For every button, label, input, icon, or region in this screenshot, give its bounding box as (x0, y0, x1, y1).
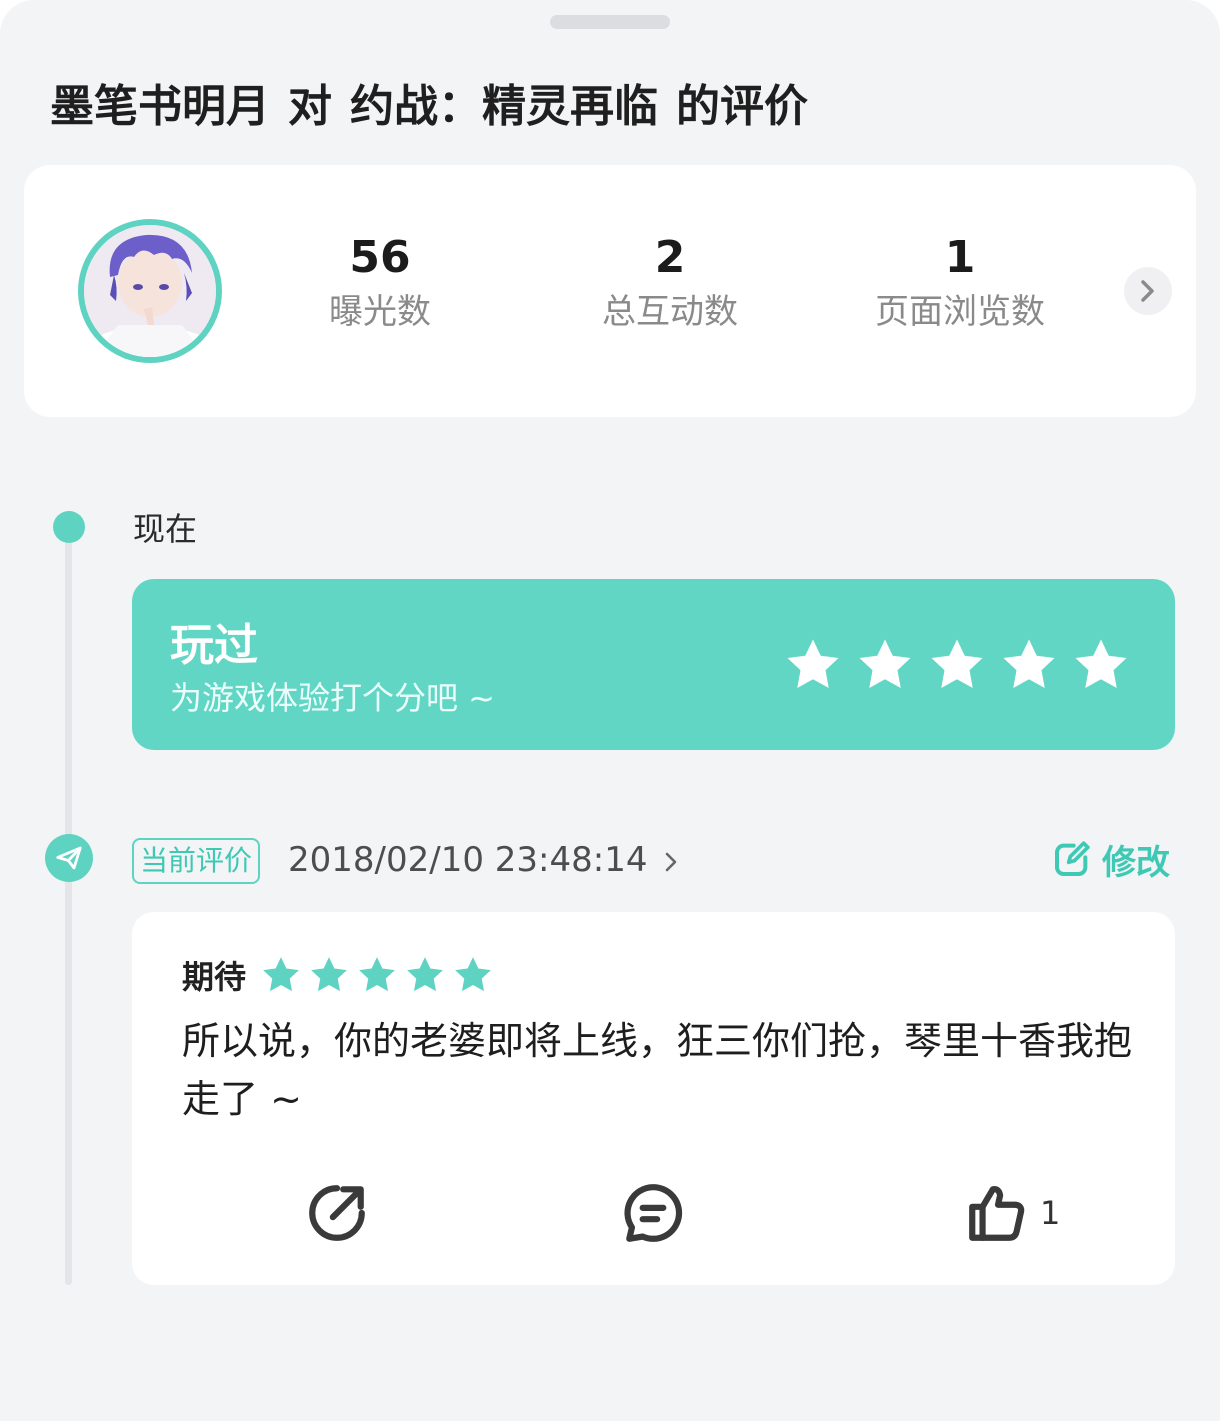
drag-handle[interactable] (550, 15, 670, 29)
played-title: 玩过 (170, 620, 258, 671)
stat-interactions[interactable]: 2 总互动数 (570, 231, 770, 337)
star-icon (311, 957, 347, 992)
edit-review-button[interactable]: 修改 (1052, 836, 1170, 883)
star-icon[interactable] (998, 635, 1060, 695)
review-rating: 期待 (182, 952, 494, 998)
rating-label: 期待 (182, 958, 247, 996)
review-text: 所以说，你的老婆即将上线，狂三你们抢，琴里十香我抱走了 ~ (182, 1019, 1133, 1121)
chevron-right-icon (1141, 280, 1154, 302)
star-icon (359, 957, 395, 992)
star-icon (455, 957, 491, 992)
review-stars (260, 954, 494, 996)
stat-label: 页面浏览数 (875, 292, 1045, 332)
timeline-line (65, 540, 72, 1285)
comment-button[interactable] (620, 1180, 686, 1246)
review-card: 期待 所以说，你的老婆即将上线，狂三你们抢，琴里十香我抱走了 ~ 1 (132, 912, 1175, 1285)
rating-stars-input (782, 635, 1132, 695)
star-icon (407, 957, 443, 992)
star-icon (263, 957, 299, 992)
avatar-illustration (84, 225, 216, 357)
title-user: 墨笔书明月 (50, 81, 270, 132)
avatar[interactable] (78, 219, 222, 363)
like-count: 1 (1040, 1194, 1061, 1232)
star-icon[interactable] (1070, 635, 1132, 695)
review-date: 2018/02/10 23:48:14 (288, 840, 648, 880)
played-subtitle: 为游戏体验打个分吧 ~ (170, 679, 495, 717)
paper-plane-icon (56, 846, 82, 870)
played-card: 玩过 为游戏体验打个分吧 ~ (132, 579, 1175, 750)
stats-card: 56 曝光数 2 总互动数 1 页面浏览数 (24, 165, 1196, 417)
edit-label: 修改 (1102, 842, 1170, 883)
comment-icon (624, 1184, 683, 1242)
chevron-right-icon (665, 852, 677, 871)
page-title: 墨笔书明月对约战：精灵再临 的评价 (50, 70, 826, 132)
thumbs-up-icon (969, 1186, 1025, 1241)
timeline-plane-marker (45, 834, 93, 882)
stat-label: 曝光数 (329, 292, 431, 332)
stat-label: 总互动数 (602, 292, 738, 332)
stat-value: 1 (944, 232, 976, 283)
current-review-badge: 当前评价 (132, 838, 261, 884)
bottom-sheet: 墨笔书明月对约战：精灵再临 的评价 56 曝光数 2 总互动数 1 页面浏览数 … (0, 0, 1220, 1421)
star-icon[interactable] (782, 635, 844, 695)
stat-exposure[interactable]: 56 曝光数 (280, 231, 480, 337)
stat-value: 2 (654, 232, 686, 283)
like-button[interactable]: 1 (964, 1180, 1060, 1246)
stats-more-button[interactable] (1124, 267, 1172, 315)
stat-value: 56 (349, 232, 411, 283)
timeline-dot (53, 511, 85, 543)
title-game: 约战：精灵再临 (350, 81, 658, 132)
share-button[interactable] (304, 1180, 370, 1246)
edit-icon (1055, 841, 1090, 876)
review-date-link[interactable]: 2018/02/10 23:48:14 (288, 838, 678, 882)
title-suffix: 的评价 (676, 81, 808, 132)
stat-page-views[interactable]: 1 页面浏览数 (860, 231, 1060, 337)
title-connector: 对 (288, 81, 332, 132)
timeline-now-label: 现在 (133, 510, 198, 548)
star-icon[interactable] (926, 635, 988, 695)
star-icon[interactable] (854, 635, 916, 695)
share-icon (309, 1185, 365, 1241)
